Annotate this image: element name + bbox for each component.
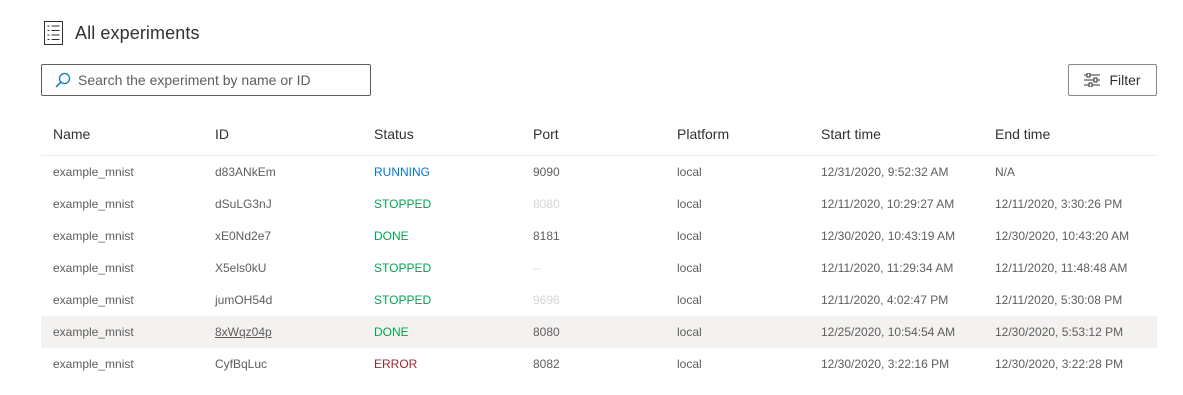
cell-id: d83ANkEm: [215, 165, 276, 179]
cell-end-time: 12/11/2020, 11:48:48 AM: [995, 261, 1128, 275]
cell-start-time: 12/31/2020, 9:52:32 AM: [821, 165, 949, 179]
table-header-row: Name ID Status Port Platform Start time …: [41, 117, 1157, 156]
cell-end-time: N/A: [995, 165, 1016, 179]
table-row[interactable]: example_mnist CyfBqLuc ERROR 8082 local …: [41, 348, 1157, 380]
cell-port: 8080: [533, 325, 560, 339]
table-row[interactable]: example_mnist dSuLG3nJ STOPPED 8080 loca…: [41, 188, 1157, 220]
column-header-id[interactable]: ID: [215, 126, 229, 142]
column-header-platform[interactable]: Platform: [677, 126, 729, 142]
cell-id: xE0Nd2e7: [215, 229, 272, 243]
cell-status: STOPPED: [374, 293, 432, 307]
search-box[interactable]: [41, 64, 371, 96]
experiments-page: All experiments Filter Name ID: [0, 0, 1183, 395]
cell-port: --: [533, 261, 541, 275]
search-icon: [55, 72, 71, 88]
cell-port: 9696: [533, 293, 560, 307]
table-row[interactable]: example_mnist X5els0kU STOPPED -- local …: [41, 252, 1157, 284]
cell-start-time: 12/25/2020, 10:54:54 AM: [821, 325, 956, 339]
cell-status: DONE: [374, 229, 409, 243]
list-document-icon: [44, 21, 63, 45]
table-row[interactable]: example_mnist jumOH54d STOPPED 9696 loca…: [41, 284, 1157, 316]
cell-platform: local: [677, 165, 702, 179]
cell-start-time: 12/30/2020, 3:22:16 PM: [821, 357, 950, 371]
experiments-table: Name ID Status Port Platform Start time …: [41, 117, 1157, 380]
column-header-end-time[interactable]: End time: [995, 126, 1050, 142]
cell-platform: local: [677, 293, 702, 307]
table-row[interactable]: example_mnist xE0Nd2e7 DONE 8181 local 1…: [41, 220, 1157, 252]
cell-status: ERROR: [374, 357, 418, 371]
cell-id: CyfBqLuc: [215, 357, 268, 371]
cell-port: 8082: [533, 357, 560, 371]
cell-id-link[interactable]: 8xWqz04p: [215, 325, 272, 339]
page-title: All experiments: [75, 22, 200, 43]
cell-start-time: 12/11/2020, 10:29:27 AM: [821, 197, 955, 211]
cell-name: example_mnist: [53, 357, 134, 371]
cell-id: dSuLG3nJ: [215, 197, 272, 211]
cell-end-time: 12/11/2020, 3:30:26 PM: [995, 197, 1123, 211]
column-header-status[interactable]: Status: [374, 126, 414, 142]
cell-id: jumOH54d: [215, 293, 273, 307]
cell-platform: local: [677, 325, 702, 339]
cell-end-time: 12/30/2020, 10:43:20 AM: [995, 229, 1130, 243]
cell-name: example_mnist: [53, 197, 134, 211]
cell-name: example_mnist: [53, 165, 134, 179]
cell-status: STOPPED: [374, 197, 432, 211]
cell-port: 8080: [533, 197, 560, 211]
column-header-name[interactable]: Name: [53, 126, 90, 142]
cell-end-time: 12/30/2020, 3:22:28 PM: [995, 357, 1124, 371]
cell-platform: local: [677, 229, 702, 243]
cell-port: 9090: [533, 165, 560, 179]
cell-port: 8181: [533, 229, 560, 243]
cell-platform: local: [677, 357, 702, 371]
filter-label: Filter: [1109, 72, 1141, 88]
cell-name: example_mnist: [53, 229, 134, 243]
cell-name: example_mnist: [53, 261, 134, 275]
cell-start-time: 12/11/2020, 4:02:47 PM: [821, 293, 949, 307]
sliders-icon: [1084, 72, 1101, 88]
filter-button[interactable]: Filter: [1068, 64, 1157, 96]
cell-status: RUNNING: [374, 165, 430, 179]
column-header-start-time[interactable]: Start time: [821, 126, 881, 142]
column-header-port[interactable]: Port: [533, 126, 559, 142]
search-input[interactable]: [78, 72, 358, 88]
cell-start-time: 12/30/2020, 10:43:19 AM: [821, 229, 956, 243]
cell-status: STOPPED: [374, 261, 432, 275]
table-row[interactable]: example_mnist 8xWqz04p DONE 8080 local 1…: [41, 316, 1157, 348]
cell-status: DONE: [374, 325, 409, 339]
cell-end-time: 12/30/2020, 5:53:12 PM: [995, 325, 1124, 339]
cell-id: X5els0kU: [215, 261, 267, 275]
cell-name: example_mnist: [53, 293, 134, 307]
cell-platform: local: [677, 197, 702, 211]
cell-end-time: 12/11/2020, 5:30:08 PM: [995, 293, 1123, 307]
page-header: All experiments: [44, 20, 200, 46]
table-row[interactable]: example_mnist d83ANkEm RUNNING 9090 loca…: [41, 156, 1157, 188]
cell-name: example_mnist: [53, 325, 134, 339]
cell-platform: local: [677, 261, 702, 275]
cell-start-time: 12/11/2020, 11:29:34 AM: [821, 261, 954, 275]
